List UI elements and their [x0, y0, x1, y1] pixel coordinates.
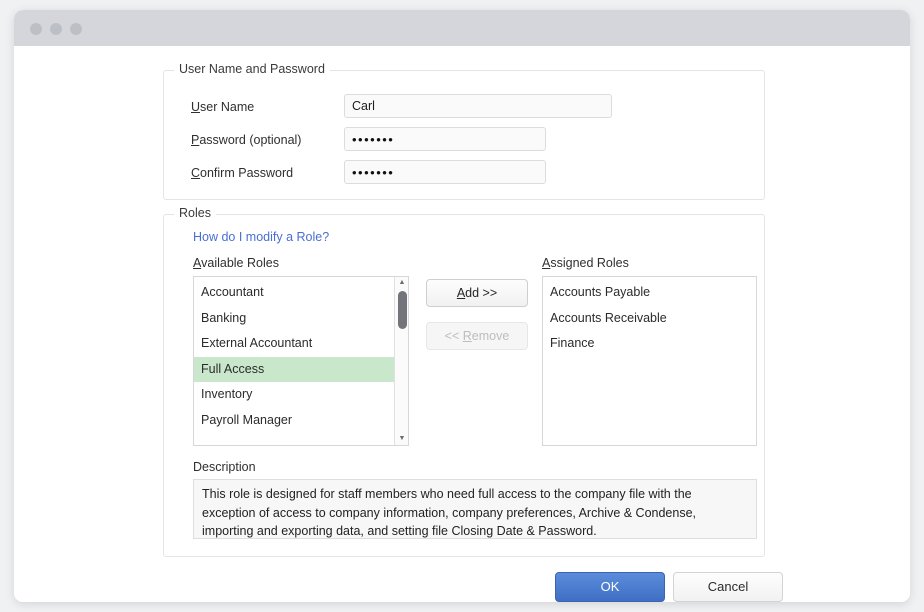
close-icon[interactable]	[30, 23, 42, 35]
roles-groupbox: Roles How do I modify a Role? Available …	[163, 206, 765, 557]
window-titlebar	[14, 10, 910, 46]
credentials-group-title: User Name and Password	[174, 62, 330, 76]
list-item[interactable]: Banking	[194, 306, 394, 332]
assigned-roles-list: Accounts Payable Accounts Receivable Finan…	[543, 277, 756, 445]
maximize-icon[interactable]	[70, 23, 82, 35]
scrollbar-thumb[interactable]	[398, 291, 407, 329]
available-roles-listbox[interactable]: Accountant Banking External Accountant Full…	[193, 276, 409, 446]
available-roles-list: Accountant Banking External Accountant Full…	[194, 277, 394, 445]
available-accel: A	[193, 256, 202, 270]
list-item[interactable]: Inventory	[194, 382, 394, 408]
ok-button[interactable]: OK	[555, 572, 665, 602]
list-item[interactable]: Finance	[543, 331, 756, 357]
add-role-button[interactable]: Add >>	[426, 279, 528, 307]
available-roles-label: Available Roles	[193, 256, 279, 270]
list-item[interactable]: External Accountant	[194, 331, 394, 357]
password-input[interactable]: •••••••	[344, 127, 546, 151]
username-input[interactable]	[344, 94, 612, 118]
assigned-label-rest: ssigned Roles	[550, 256, 629, 270]
available-roles-scrollbar[interactable]: ▲ ▼	[394, 277, 408, 445]
confirm-accel: C	[191, 166, 201, 180]
password-label-rest: assword (optional)	[199, 133, 302, 147]
list-item[interactable]: Accounts Receivable	[543, 306, 756, 332]
confirm-password-input[interactable]: •••••••	[344, 160, 546, 184]
app-window: User Name and Password User Name Passwor…	[14, 10, 910, 602]
roles-group-title: Roles	[174, 206, 216, 220]
dialog-body: User Name and Password User Name Passwor…	[14, 46, 910, 602]
list-item[interactable]: Accounts Payable	[543, 280, 756, 306]
modify-role-help-link[interactable]: How do I modify a Role?	[193, 230, 329, 244]
scroll-down-icon[interactable]: ▼	[395, 433, 408, 445]
list-item[interactable]: Accountant	[194, 280, 394, 306]
list-item[interactable]: Full Access	[194, 356, 394, 382]
credentials-groupbox: User Name and Password User Name Passwor…	[163, 62, 765, 200]
assigned-roles-label: Assigned Roles	[542, 256, 629, 270]
minimize-icon[interactable]	[50, 23, 62, 35]
confirm-password-label: Confirm Password	[191, 166, 293, 180]
assigned-roles-listbox[interactable]: Accounts Payable Accounts Receivable Finan…	[542, 276, 757, 446]
confirm-label-rest: onfirm Password	[200, 166, 294, 180]
scroll-up-icon[interactable]: ▲	[395, 277, 408, 289]
remove-role-button: << Remove	[426, 322, 528, 350]
remove-accel: R	[462, 329, 472, 343]
username-label-rest: ser Name	[200, 100, 255, 114]
role-description-text: This role is designed for staff members …	[193, 479, 757, 539]
description-label: Description	[193, 460, 256, 474]
remove-label-rest: emove	[471, 329, 510, 343]
add-accel: A	[456, 286, 466, 300]
available-label-rest: vailable Roles	[201, 256, 279, 270]
password-label: Password (optional)	[191, 133, 301, 147]
list-item[interactable]: Payroll Manager	[194, 408, 394, 434]
username-label: User Name	[191, 100, 254, 114]
username-accel: U	[191, 100, 201, 114]
cancel-button[interactable]: Cancel	[673, 572, 783, 602]
remove-prefix: <<	[444, 329, 463, 343]
add-label-rest: dd >>	[465, 286, 498, 300]
